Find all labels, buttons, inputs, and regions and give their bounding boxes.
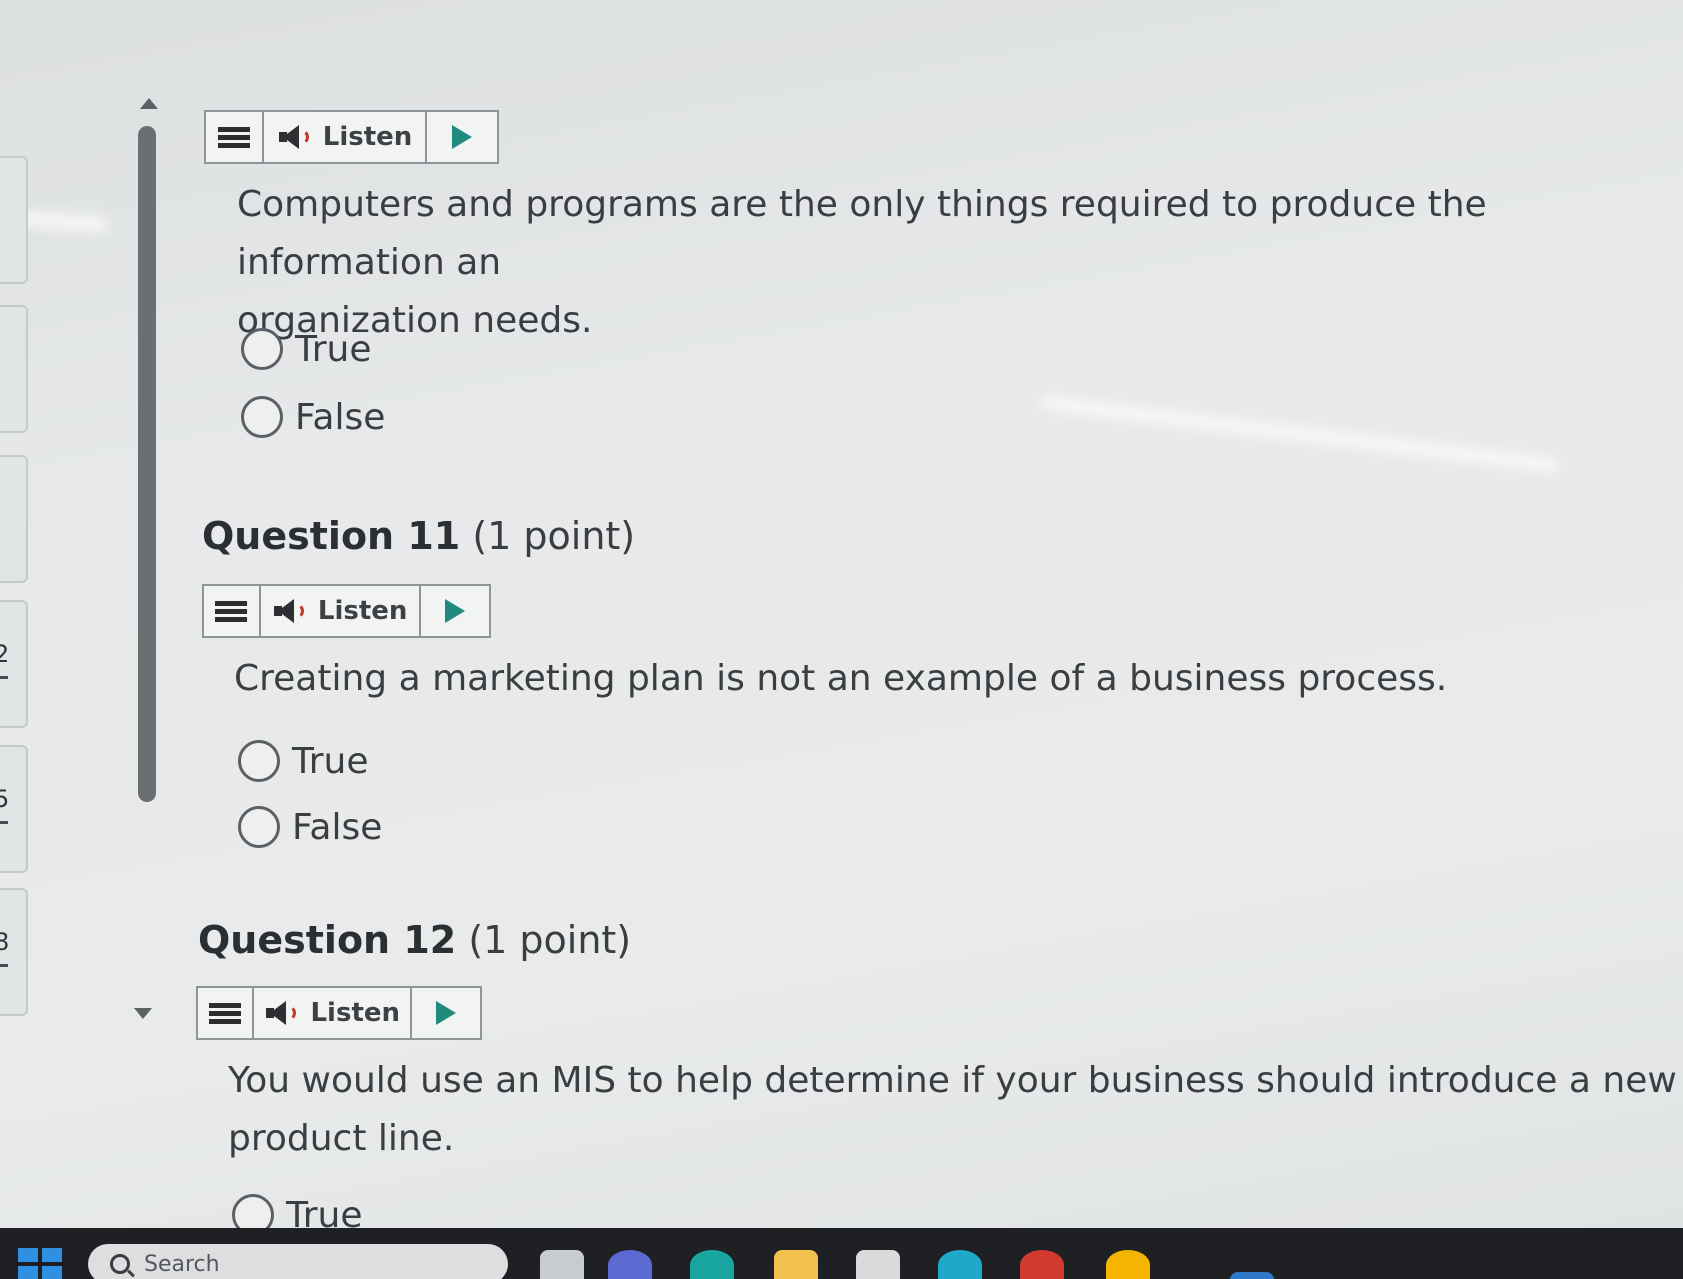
question-nav-number: 5 bbox=[0, 785, 10, 813]
question-points: (1 point) bbox=[468, 918, 632, 962]
play-icon bbox=[436, 1001, 457, 1025]
scroll-down-arrow-icon[interactable] bbox=[134, 1008, 152, 1019]
question-nav-tab[interactable] bbox=[0, 455, 28, 583]
taskbar-app-icon[interactable] bbox=[1230, 1272, 1274, 1279]
question-text: Computers and programs are the only thin… bbox=[237, 176, 1683, 350]
scroll-up-arrow-icon[interactable] bbox=[140, 98, 158, 109]
radio-button[interactable] bbox=[241, 328, 283, 370]
question-text-line: You would use an MIS to help determine i… bbox=[228, 1060, 1677, 1101]
option-false[interactable]: False bbox=[241, 396, 385, 438]
play-icon bbox=[444, 599, 465, 623]
option-label: True bbox=[295, 328, 372, 370]
taskbar-app-icon[interactable] bbox=[608, 1250, 652, 1279]
speaker-icon bbox=[277, 123, 315, 151]
file-explorer-icon[interactable] bbox=[774, 1250, 818, 1279]
radio-button[interactable] bbox=[238, 740, 280, 782]
radio-button[interactable] bbox=[241, 396, 283, 438]
question-nav-tab[interactable]: 8 bbox=[0, 888, 28, 1016]
listen-label: Listen bbox=[322, 122, 413, 152]
scrollbar-thumb[interactable] bbox=[138, 126, 156, 802]
question-nav-tab[interactable] bbox=[0, 156, 28, 284]
radio-button[interactable] bbox=[238, 806, 280, 848]
screen-glare-right bbox=[1041, 396, 1559, 472]
listen-button[interactable]: Listen bbox=[261, 586, 421, 636]
question-nav-number: 2 bbox=[0, 640, 10, 668]
question-nav-tab[interactable]: 2 bbox=[0, 600, 28, 728]
menu-icon[interactable] bbox=[204, 586, 261, 636]
play-button[interactable] bbox=[421, 586, 489, 636]
listen-label: Listen bbox=[317, 596, 408, 626]
listen-button[interactable]: Listen bbox=[254, 988, 413, 1038]
question-nav-dash bbox=[0, 676, 8, 679]
listen-toolbar: Listen bbox=[196, 986, 482, 1040]
taskbar-app-icon[interactable] bbox=[540, 1250, 584, 1279]
taskbar-search-box[interactable]: Search bbox=[88, 1244, 508, 1279]
question-nav-tab[interactable] bbox=[0, 305, 28, 433]
taskbar-app-icon[interactable] bbox=[938, 1250, 982, 1279]
option-true[interactable]: True bbox=[241, 328, 371, 370]
question-text: Creating a marketing plan is not an exam… bbox=[234, 650, 1447, 708]
question-text: You would use an MIS to help determine i… bbox=[228, 1052, 1677, 1168]
search-icon bbox=[110, 1254, 130, 1274]
question-nav-number: 8 bbox=[0, 928, 10, 956]
listen-label: Listen bbox=[310, 998, 401, 1028]
play-button[interactable] bbox=[412, 988, 480, 1038]
taskbar-app-icon[interactable] bbox=[1020, 1250, 1064, 1279]
speaker-icon bbox=[264, 999, 302, 1027]
edge-browser-icon[interactable] bbox=[690, 1250, 734, 1279]
taskbar: Search bbox=[0, 1228, 1683, 1279]
question-nav-dash bbox=[0, 964, 8, 967]
menu-icon[interactable] bbox=[206, 112, 264, 162]
question-heading: Question 11 (1 point) bbox=[202, 514, 635, 558]
option-true[interactable]: True bbox=[238, 740, 368, 782]
question-points: (1 point) bbox=[472, 514, 636, 558]
question-nav-dash bbox=[0, 821, 8, 824]
question-text-line: Computers and programs are the only thin… bbox=[237, 184, 1487, 283]
screen: 2 5 8 Listen Computers and programs are … bbox=[0, 0, 1683, 1279]
menu-icon[interactable] bbox=[198, 988, 255, 1038]
question-number: Question 11 bbox=[202, 514, 461, 558]
search-placeholder: Search bbox=[144, 1251, 220, 1277]
windows-start-icon[interactable] bbox=[18, 1248, 62, 1279]
question-text-line: Creating a marketing plan is not an exam… bbox=[234, 658, 1448, 699]
option-label: False bbox=[295, 396, 386, 438]
speaker-icon bbox=[272, 597, 310, 625]
option-false[interactable]: False bbox=[238, 806, 382, 848]
question-nav-tab[interactable]: 5 bbox=[0, 745, 28, 873]
question-number: Question 12 bbox=[198, 918, 457, 962]
play-icon bbox=[452, 125, 473, 149]
question-text-line: product line. bbox=[228, 1118, 455, 1159]
question-heading: Question 12 (1 point) bbox=[198, 918, 631, 962]
listen-button[interactable]: Listen bbox=[264, 112, 428, 162]
question-text-line: organization needs. bbox=[237, 300, 593, 341]
listen-toolbar: Listen bbox=[204, 110, 499, 164]
chrome-browser-icon[interactable] bbox=[1106, 1250, 1150, 1279]
option-label: False bbox=[292, 806, 383, 848]
taskbar-app-icon[interactable] bbox=[856, 1250, 900, 1279]
option-label: True bbox=[292, 740, 369, 782]
play-button[interactable] bbox=[427, 112, 497, 162]
listen-toolbar: Listen bbox=[202, 584, 491, 638]
